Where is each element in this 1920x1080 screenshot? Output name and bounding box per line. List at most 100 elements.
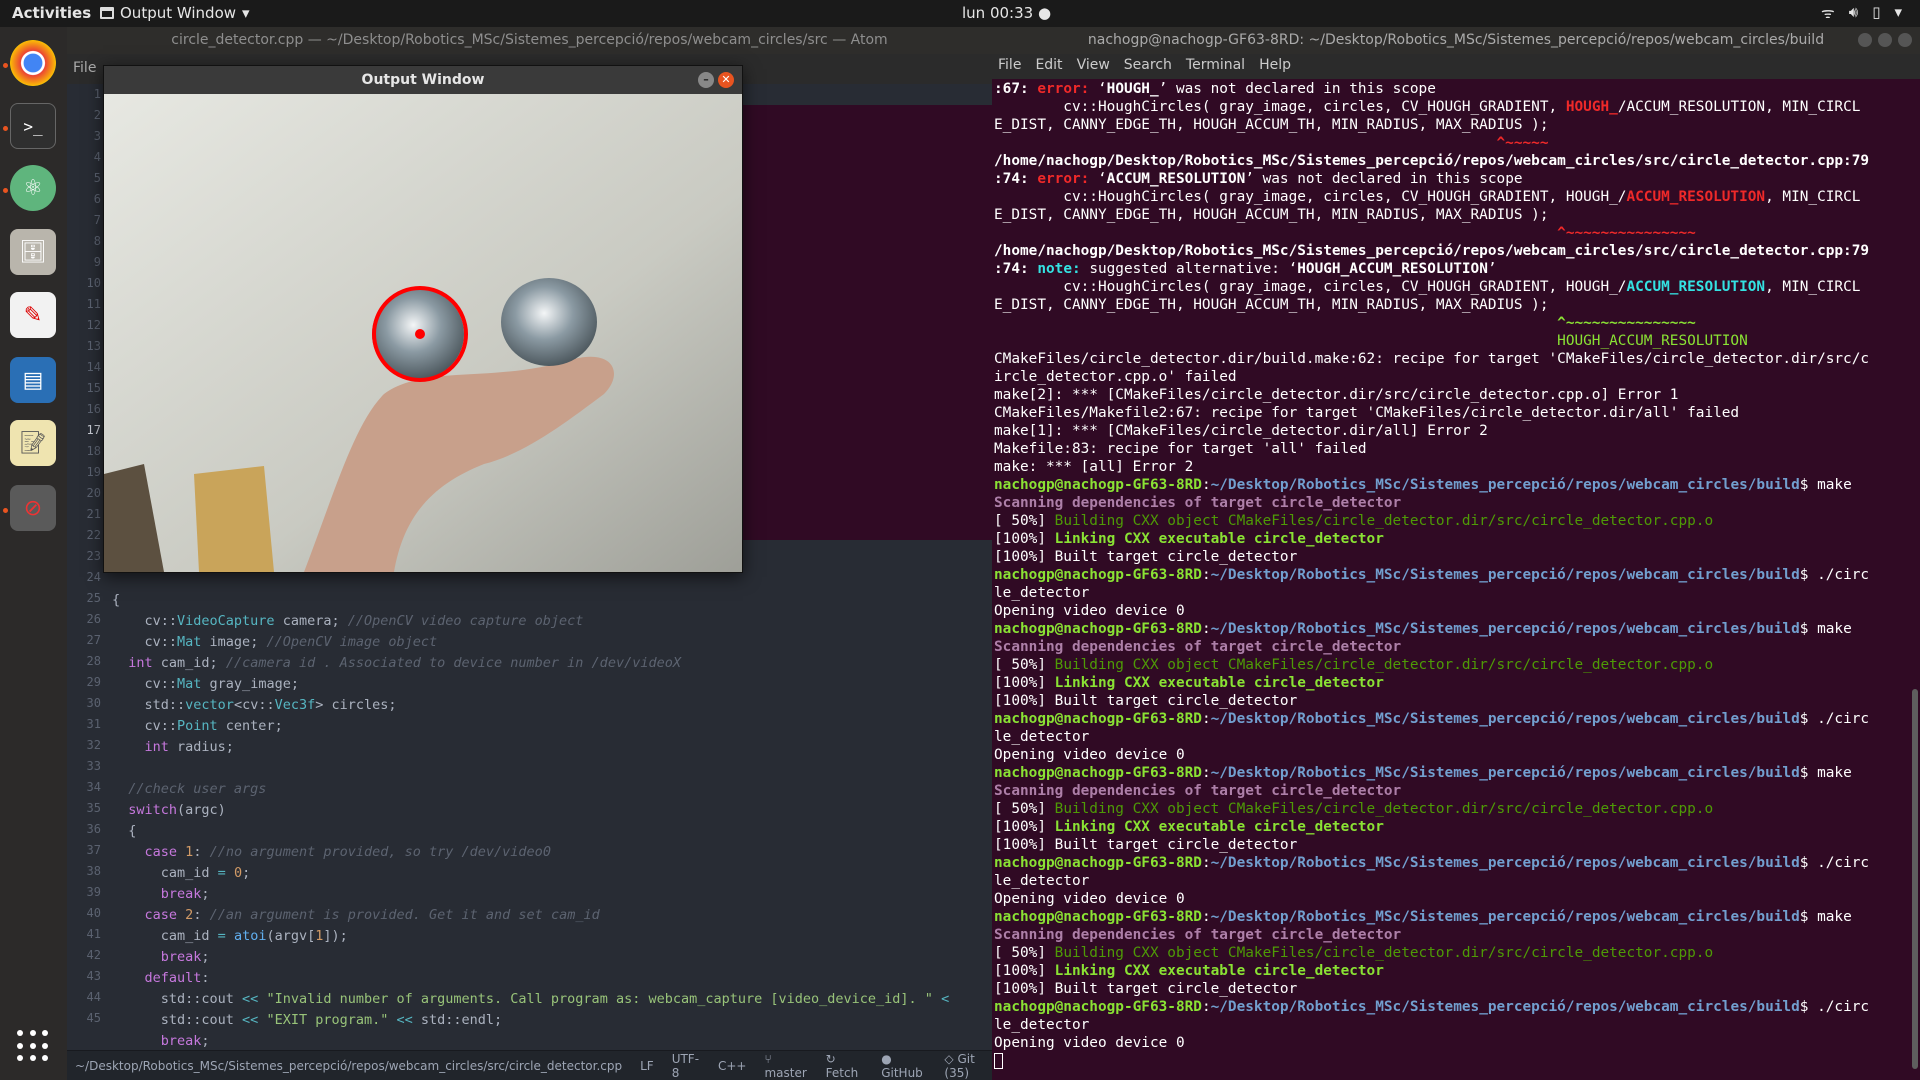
wifi-icon: ᯤ (1821, 4, 1835, 22)
terminal-menu: File Edit View Search Terminal Help (992, 54, 1920, 79)
terminal-scrollbar[interactable] (1908, 79, 1920, 1080)
term-line: nachogp@nachogp-GF63-8RD:~/Desktop/Robot… (994, 765, 1852, 781)
line-number: 32 (86, 738, 101, 752)
line-number: 37 (86, 843, 101, 857)
menu-terminal[interactable]: Terminal (1186, 57, 1245, 76)
github-icon: ● (881, 1051, 892, 1066)
menu-file[interactable]: File (998, 57, 1021, 76)
battery-icon: ▯ (1872, 3, 1881, 21)
term-line: [100%] Built target circle_detector (994, 693, 1298, 709)
term-line: [100%] Built target circle_detector (994, 981, 1298, 997)
camera-frame (104, 94, 742, 572)
term-line: [ 50%] Building CXX object CMakeFiles/ci… (994, 513, 1714, 529)
activities-button[interactable]: Activities (12, 4, 91, 22)
line-number: 10 (86, 276, 101, 290)
term-line: Makefile:83: recipe for target 'all' fai… (994, 441, 1367, 457)
term-line: ircle_detector.cpp.o' failed (994, 369, 1237, 385)
terminal-icon[interactable]: >_ (10, 103, 56, 149)
menu-help[interactable]: Help (1259, 57, 1291, 76)
line-number: 33 (86, 759, 101, 773)
status-encoding[interactable]: UTF-8 (672, 1052, 700, 1080)
term-line: :74: error: ‘ACCUM_RESOLUTION’ was not d… (994, 171, 1523, 187)
term-line: le_detector (994, 585, 1090, 601)
line-number: 40 (86, 906, 101, 920)
line-number: 34 (86, 780, 101, 794)
scrollbar-thumb[interactable] (1912, 689, 1918, 1069)
status-file-path[interactable]: ~/Desktop/Robotics_MSc/Sistemes_percepci… (75, 1059, 622, 1073)
term-line: nachogp@nachogp-GF63-8RD:~/Desktop/Robot… (994, 711, 1870, 727)
code-line: int cam_id; //camera id . Associated to … (128, 655, 681, 671)
menu-file[interactable]: File (73, 60, 96, 76)
term-line: le_detector (994, 1017, 1090, 1033)
output-window[interactable]: Output Window – ✕ (103, 65, 743, 573)
line-number: 39 (86, 885, 101, 899)
status-git[interactable]: ◇ Git (35) (944, 1052, 992, 1080)
term-line: ^~~~~~~~~~~~~~~~ (1557, 315, 1696, 331)
close-button[interactable]: ✕ (718, 72, 734, 88)
line-number: 18 (86, 444, 101, 458)
term-line: [100%] Linking CXX executable circle_det… (994, 963, 1384, 979)
writer-icon[interactable]: ▤ (10, 357, 56, 403)
code-line: //check user args (128, 781, 267, 797)
blocked-icon[interactable]: ⊘ (10, 485, 56, 531)
status-eol[interactable]: LF (640, 1059, 654, 1073)
atom-title[interactable]: circle_detector.cpp — ~/Desktop/Robotics… (67, 27, 992, 54)
text-editor-icon[interactable]: 📝︎ (10, 420, 56, 466)
term-line: ^~~~~~~~~~~~~~~~ (1557, 225, 1696, 241)
line-number: 11 (86, 297, 101, 311)
menu-search[interactable]: Search (1124, 57, 1172, 76)
term-line: make[2]: *** [CMakeFiles/circle_detector… (994, 387, 1679, 403)
line-number: 41 (86, 927, 101, 941)
close-button[interactable] (1898, 33, 1912, 47)
chevron-down-icon: ▾ (242, 4, 250, 22)
code-line: cv::Mat gray_image; (112, 676, 299, 692)
fetch-label: Fetch (825, 1065, 859, 1080)
term-line: make: *** [all] Error 2 (994, 459, 1194, 475)
system-tray[interactable]: ᯤ 🔊︎ ▯ ▾ (1821, 3, 1902, 23)
files-icon[interactable]: 🗄 (10, 229, 56, 275)
term-line: E_DIST, CANNY_EDGE_TH, HOUGH_ACCUM_TH, M… (994, 117, 1549, 133)
status-fetch[interactable]: ↻ Fetch (826, 1052, 864, 1080)
line-number: 43 (86, 969, 101, 983)
line-number: 4 (93, 150, 101, 164)
line-number: 7 (93, 213, 101, 227)
show-applications-button[interactable] (17, 1030, 49, 1062)
chrome-icon[interactable] (10, 40, 56, 86)
minimize-button[interactable]: – (698, 72, 714, 88)
minimize-button[interactable] (1858, 33, 1872, 47)
line-number: 30 (86, 696, 101, 710)
clock[interactable]: lun 00:33 ● (962, 4, 1051, 22)
code-line: cam_id = atoi(argv[1]); (112, 928, 348, 944)
output-window-titlebar[interactable]: Output Window – ✕ (104, 66, 742, 94)
term-line: nachogp@nachogp-GF63-8RD:~/Desktop/Robot… (994, 999, 1870, 1015)
atom-icon[interactable]: ⚛ (10, 165, 56, 211)
line-number: 44 (86, 990, 101, 1004)
code-line: default: (144, 970, 210, 986)
status-branch[interactable]: ⑂ master (764, 1052, 807, 1080)
term-line: [100%] Built target circle_detector (994, 549, 1298, 565)
chair (194, 466, 274, 572)
top-bar: Activities Output Window ▾ lun 00:33 ● ᯤ… (0, 0, 1920, 27)
code-editor[interactable]: { cv::VideoCapture camera; //OpenCV vide… (112, 590, 992, 1052)
term-line: nachogp@nachogp-GF63-8RD:~/Desktop/Robot… (994, 567, 1870, 583)
branch-label: master (764, 1065, 807, 1080)
code-line: cv::Mat image; //OpenCV image object (112, 634, 438, 650)
app-menu[interactable]: Output Window ▾ (100, 4, 250, 22)
term-line: E_DIST, CANNY_EDGE_TH, HOUGH_ACCUM_TH, M… (994, 297, 1549, 313)
circle-center (415, 329, 425, 339)
line-number: 31 (86, 717, 101, 731)
terminal-output[interactable]: :67: error: ‘HOUGH_’ was not declared in… (994, 80, 1904, 1070)
maximize-button[interactable] (1878, 33, 1892, 47)
code-line: std::cout << "Invalid number of argument… (112, 991, 950, 1007)
status-grammar[interactable]: C++ (718, 1059, 747, 1073)
line-number: 45 (86, 1011, 101, 1025)
pdf-icon[interactable]: ✎ (10, 292, 56, 338)
terminal-titlebar[interactable]: nachogp@nachogp-GF63-8RD: ~/Desktop/Robo… (992, 27, 1920, 54)
code-line: { (112, 592, 121, 608)
menu-edit[interactable]: Edit (1035, 57, 1062, 76)
term-line: /home/nachogp/Desktop/Robotics_MSc/Siste… (994, 153, 1870, 169)
term-line: [ 50%] Building CXX object CMakeFiles/ci… (994, 945, 1714, 961)
terminal-backdrop (727, 105, 992, 540)
menu-view[interactable]: View (1077, 57, 1110, 76)
status-github[interactable]: ● GitHub (881, 1052, 926, 1080)
